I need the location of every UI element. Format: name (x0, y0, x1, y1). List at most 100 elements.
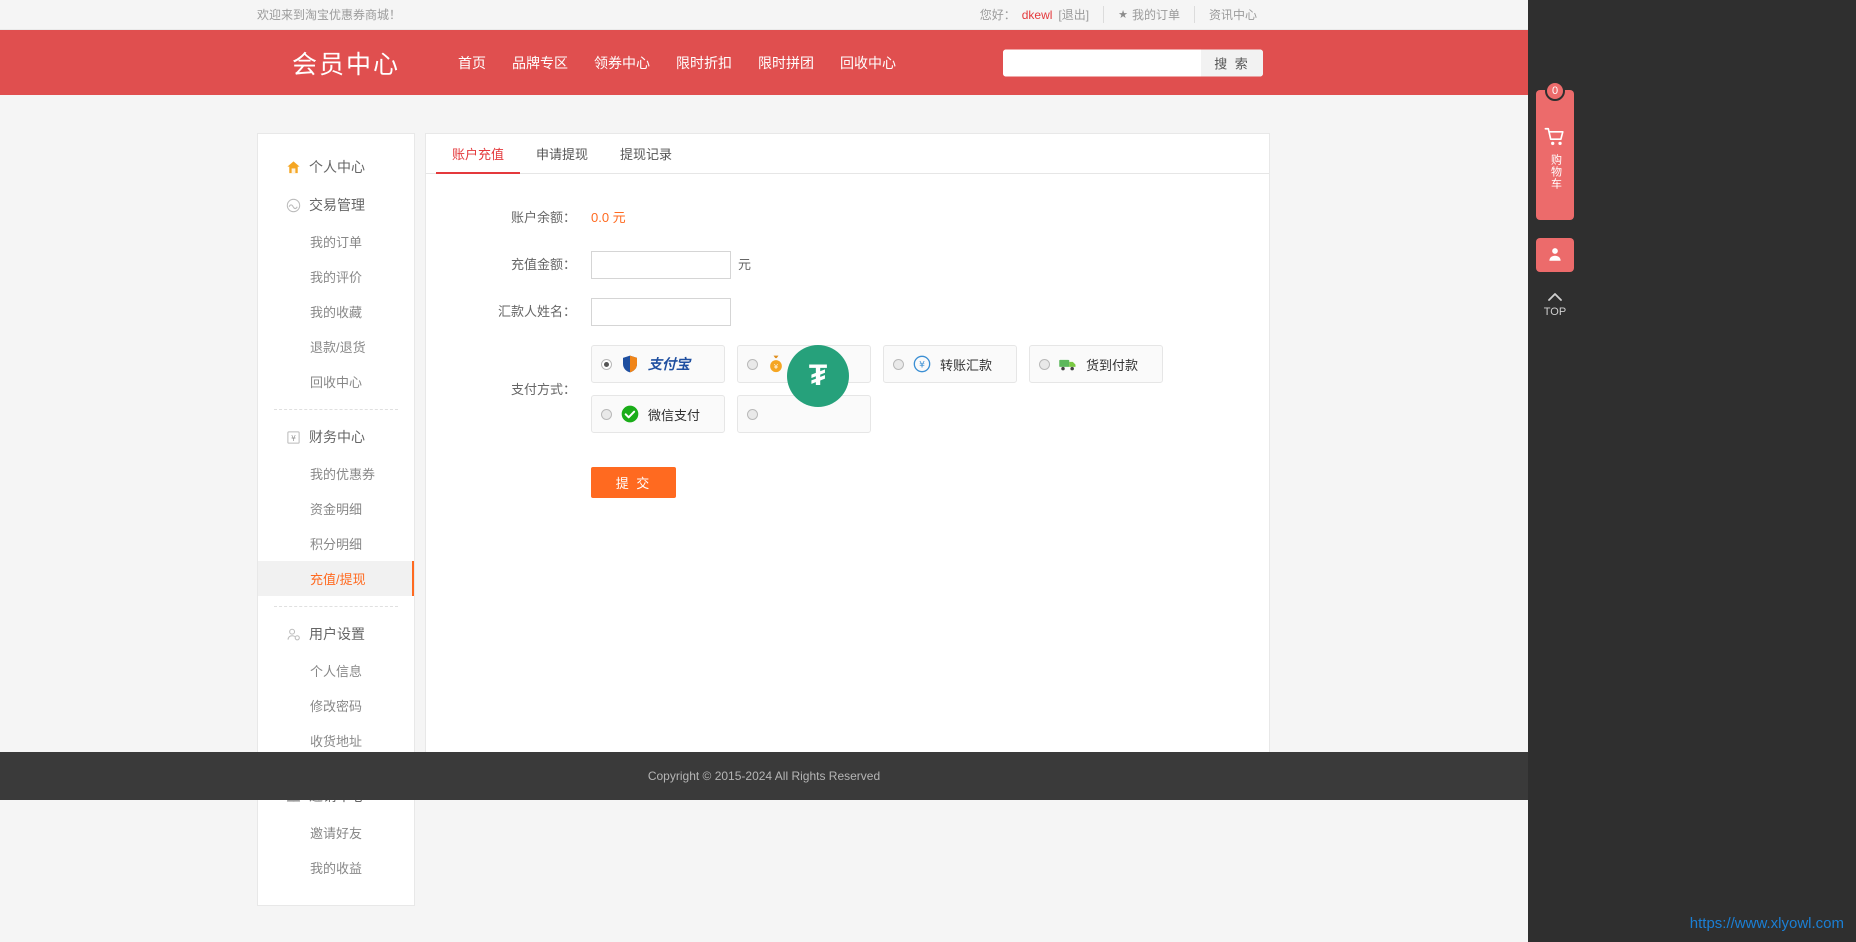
submit-button[interactable]: 提 交 (591, 467, 676, 498)
user-button[interactable] (1536, 238, 1574, 272)
amount-input[interactable] (591, 251, 731, 279)
sidebar-item-invite-friends[interactable]: 邀请好友 (258, 815, 414, 850)
back-to-top-button[interactable]: TOP (1536, 288, 1574, 322)
payment-option-bank-transfer[interactable]: ¥ 转账汇款 (883, 345, 1017, 383)
nav-item-0[interactable]: 首页 (445, 53, 499, 73)
arrow-up-icon (1548, 292, 1562, 305)
site-logo[interactable]: 会员中心 (292, 45, 400, 81)
recharge-form: 账户余额： 0.0 元 充值金额： 元 汇款人姓名： (426, 174, 1269, 498)
main-nav: 首页 品牌专区 领券中心 限时折扣 限时拼团 回收中心 (445, 53, 909, 73)
sidebar-item-my-coupons[interactable]: 我的优惠券 (258, 456, 414, 491)
sidebar-item-user-settings[interactable]: 用户设置 (258, 615, 414, 653)
tab-apply-withdraw[interactable]: 申请提现 (520, 134, 604, 174)
search-input[interactable] (1003, 49, 1201, 76)
sidebar-group-personal: 个人中心 (258, 148, 414, 186)
sidebar-group-label-0: 个人中心 (309, 157, 365, 177)
payment-option-cash-on-delivery[interactable]: 货到付款 (1029, 345, 1163, 383)
my-orders-link[interactable]: ★ 我的订单 (1103, 6, 1194, 23)
sidebar-item-fund-details[interactable]: 资金明细 (258, 491, 414, 526)
wechat-pay-icon (619, 403, 641, 425)
row-balance: 账户余额： 0.0 元 (426, 204, 1269, 232)
tab-account-recharge[interactable]: 账户充值 (436, 134, 520, 174)
bank-transfer-icon: ¥ (911, 353, 933, 375)
my-orders-label: 我的订单 (1132, 6, 1180, 23)
right-gutter: 0 购物车 TOP https://www.xlyowl.com (1528, 0, 1856, 942)
balance-value: 0.0 元 (591, 204, 626, 232)
sidebar-item-personal-center[interactable]: 个人中心 (258, 148, 414, 186)
radio-usdt[interactable] (747, 409, 758, 420)
content-panel: 账户充值 申请提现 提现记录 账户余额： 0.0 元 充值金额： 元 (425, 133, 1270, 761)
nav-item-5[interactable]: 回收中心 (827, 53, 909, 73)
top-bar: 欢迎来到淘宝优惠券商城！ 您好： dkewl [退出] ★ 我的订单 资讯中心 (0, 0, 1528, 30)
payment-method-label: 支付方式： (426, 345, 591, 435)
svg-text:¥: ¥ (919, 359, 925, 370)
sidebar-group-finance: ¥ 财务中心 我的优惠券 资金明细 积分明细 充值/提现 (258, 418, 414, 596)
news-center-link[interactable]: 资讯中心 (1194, 6, 1271, 23)
sidebar-item-recycle-center[interactable]: 回收中心 (258, 364, 414, 399)
nav-item-4[interactable]: 限时拼团 (745, 53, 827, 73)
sidebar-item-my-earnings[interactable]: 我的收益 (258, 850, 414, 885)
radio-wechat-pay[interactable] (601, 409, 612, 420)
sidebar-item-change-password[interactable]: 修改密码 (258, 688, 414, 723)
payment-option-alipay[interactable]: 支付宝 (591, 345, 725, 383)
alipay-icon (619, 353, 641, 375)
payment-option-wechat-pay[interactable]: 微信支付 (591, 395, 725, 433)
sidebar-item-personal-info[interactable]: 个人信息 (258, 653, 414, 688)
cart-count-badge: 0 (1545, 81, 1565, 101)
sidebar-group-label-3: 用户设置 (309, 624, 365, 644)
usdt-icon (765, 403, 787, 425)
usdt-logo-badge: ₮ (787, 345, 849, 407)
content-tabs: 账户充值 申请提现 提现记录 (426, 134, 1269, 174)
cart-button[interactable]: 0 购物车 (1536, 90, 1574, 220)
sidebar-group-transactions: 交易管理 我的订单 我的评价 我的收藏 退款/退货 回收中心 (258, 186, 414, 399)
home-icon (286, 160, 301, 175)
greeting-prefix: 您好： (980, 6, 1016, 23)
payment-label-cash-on-delivery: 货到付款 (1086, 355, 1138, 374)
sidebar-item-my-orders[interactable]: 我的订单 (258, 224, 414, 259)
sidebar-item-points-details[interactable]: 积分明细 (258, 526, 414, 561)
amount-label: 充值金额： (426, 251, 591, 279)
logout-link[interactable]: [退出] (1058, 6, 1089, 23)
row-payment-method: 支付方式： 支付宝 ¥ (426, 345, 1269, 435)
sidebar-divider-1 (274, 409, 398, 410)
news-center-label: 资讯中心 (1209, 6, 1257, 23)
payment-label-alipay: 支付宝 (648, 354, 690, 374)
site-root: 欢迎来到淘宝优惠券商城！ 您好： dkewl [退出] ★ 我的订单 资讯中心 会员… (0, 0, 1528, 942)
wallet-icon: ¥ (765, 353, 787, 375)
radio-cash-on-delivery[interactable] (1039, 359, 1050, 370)
payment-label-bank-transfer: 转账汇款 (940, 355, 992, 374)
sidebar-item-recharge-withdraw[interactable]: 充值/提现 (258, 561, 414, 596)
watermark-url: https://www.xlyowl.com (1690, 915, 1844, 932)
star-icon: ★ (1118, 8, 1128, 21)
back-to-top-label: TOP (1544, 307, 1566, 318)
welcome-text: 欢迎来到淘宝优惠券商城！ (257, 6, 401, 23)
svg-text:¥: ¥ (774, 363, 778, 371)
remitter-name-input[interactable] (591, 298, 731, 326)
nav-item-3[interactable]: 限时折扣 (663, 53, 745, 73)
radio-balance[interactable] (747, 359, 758, 370)
account-greeting: 您好： dkewl [退出] (966, 6, 1103, 23)
cart-label: 购物车 (1549, 154, 1562, 190)
search-button[interactable]: 搜 索 (1201, 49, 1263, 76)
username: dkewl (1022, 8, 1053, 22)
radio-bank-transfer[interactable] (893, 359, 904, 370)
nav-item-1[interactable]: 品牌专区 (499, 53, 581, 73)
sidebar-item-my-favorites[interactable]: 我的收藏 (258, 294, 414, 329)
sidebar-item-refund-return[interactable]: 退款/退货 (258, 329, 414, 364)
balance-label: 账户余额： (426, 204, 591, 232)
finance-icon: ¥ (286, 430, 301, 445)
sidebar-item-transaction-management[interactable]: 交易管理 (258, 186, 414, 224)
sidebar-item-finance-center[interactable]: ¥ 财务中心 (258, 418, 414, 456)
amount-unit: 元 (738, 251, 751, 279)
payment-label-wechat-pay: 微信支付 (648, 405, 700, 424)
site-footer: Copyright © 2015-2024 All Rights Reserve… (0, 752, 1528, 800)
radio-alipay[interactable] (601, 359, 612, 370)
payment-options: 支付宝 ¥ 余额支付 ¥ (591, 345, 1171, 433)
sidebar-divider-2 (274, 606, 398, 607)
tab-withdraw-records[interactable]: 提现记录 (604, 134, 688, 174)
search-box: 搜 索 (1003, 49, 1263, 76)
sidebar-item-my-reviews[interactable]: 我的评价 (258, 259, 414, 294)
floating-rail: 0 购物车 TOP (1528, 0, 1856, 942)
nav-item-2[interactable]: 领券中心 (581, 53, 663, 73)
sidebar-group-label-2: 财务中心 (309, 427, 365, 447)
